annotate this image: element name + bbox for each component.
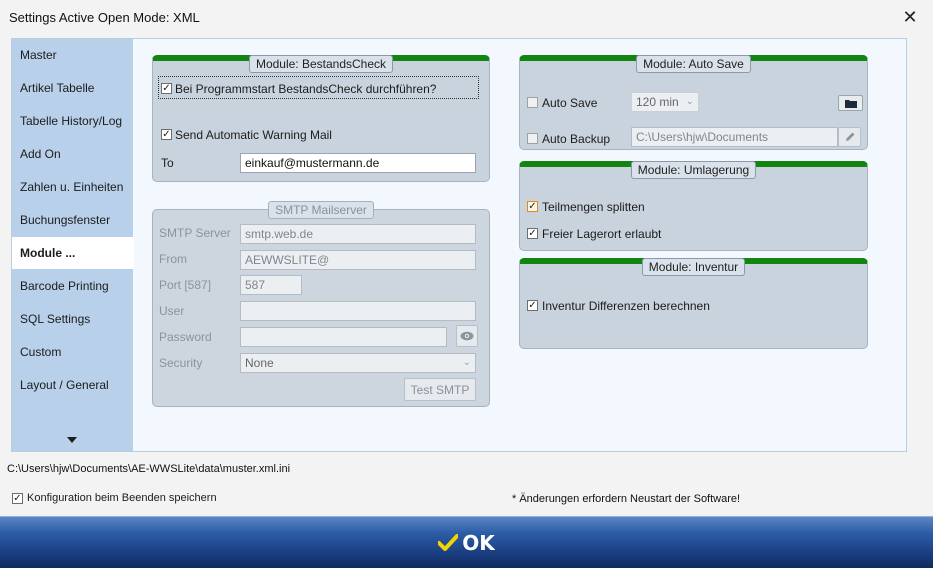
scroll-down-arrow-icon[interactable]	[67, 437, 77, 443]
bestandscheck-title: Module: BestandsCheck	[248, 55, 394, 73]
differenzen-checkbox[interactable]: ✓	[527, 300, 538, 311]
sidebar-item-custom[interactable]: Custom	[12, 337, 133, 368]
sidebar-item-layout-general[interactable]: Layout / General	[12, 370, 133, 401]
edit-path-button[interactable]	[838, 127, 861, 147]
autosave-title: Module: Auto Save	[636, 55, 751, 73]
umlagerung-title: Module: Umlagerung	[630, 161, 757, 179]
bestandscheck-group: Module: BestandsCheck ✓ Bei Programmstar…	[152, 55, 490, 182]
folder-icon	[844, 99, 857, 108]
sidebar-item-module[interactable]: Module ...	[12, 237, 134, 269]
checkmark-icon	[438, 533, 459, 551]
settings-panel: Master Artikel Tabelle Tabelle History/L…	[11, 38, 907, 452]
warning-mail-checkbox[interactable]: ✓	[161, 129, 172, 140]
security-value: None	[245, 356, 274, 370]
inventur-title: Module: Inventur	[641, 258, 746, 276]
save-on-exit-label: Konfiguration beim Beenden speichern	[27, 492, 217, 504]
inventur-group: Module: Inventur ✓ Inventur Differenzen …	[519, 258, 868, 349]
ok-label: OK	[462, 530, 495, 555]
password-label: Password	[159, 330, 212, 344]
auto-save-checkbox[interactable]	[527, 97, 538, 108]
security-select[interactable]: None ⌄	[240, 353, 476, 373]
window-title: Settings Active Open Mode: XML	[9, 10, 200, 25]
auto-backup-label: Auto Backup	[542, 132, 611, 146]
title-bar: Settings Active Open Mode: XML ✕	[0, 0, 933, 34]
sidebar-item-tabelle-history-log[interactable]: Tabelle History/Log	[12, 106, 133, 137]
auto-save-label: Auto Save	[542, 96, 598, 110]
eye-icon	[460, 331, 474, 341]
config-path-text: C:\Users\hjw\Documents\AE-WWSLite\data\m…	[7, 463, 291, 475]
save-on-exit-checkbox[interactable]: ✓	[12, 493, 23, 504]
warning-mail-label: Send Automatic Warning Mail	[175, 128, 332, 142]
to-label: To	[161, 156, 174, 170]
user-field[interactable]	[240, 301, 476, 321]
chevron-down-icon: ⌄	[462, 357, 471, 368]
test-smtp-button[interactable]: Test SMTP	[404, 378, 476, 401]
close-icon: ✕	[902, 6, 918, 27]
freier-lagerort-label: Freier Lagerort erlaubt	[542, 227, 662, 241]
interval-value: 120 min	[636, 95, 679, 109]
auto-backup-checkbox[interactable]	[527, 133, 538, 144]
show-password-button[interactable]	[456, 325, 478, 347]
interval-select[interactable]: 120 min ⌄	[631, 92, 699, 112]
password-field[interactable]	[240, 327, 447, 347]
teilmengen-label: Teilmengen splitten	[542, 200, 645, 214]
test-smtp-label: Test SMTP	[410, 382, 470, 397]
autosave-group: Module: Auto Save Auto Save 120 min ⌄ Au…	[519, 55, 868, 150]
umlagerung-group: Module: Umlagerung ✓ Teilmengen splitten…	[519, 161, 868, 251]
close-button[interactable]: ✕	[887, 0, 933, 34]
sidebar-item-master[interactable]: Master	[12, 40, 133, 71]
restart-note: * Änderungen erfordern Neustart der Soft…	[512, 493, 741, 505]
smtp-server-label: SMTP Server	[159, 226, 231, 240]
smtp-title: SMTP Mailserver	[268, 201, 374, 219]
startup-check-label: Bei Programmstart BestandsCheck durchfüh…	[175, 82, 437, 96]
sidebar-item-sql-settings[interactable]: SQL Settings	[12, 304, 133, 335]
to-email-field[interactable]: einkauf@mustermann.de	[240, 153, 476, 173]
freier-lagerort-checkbox[interactable]: ✓	[527, 228, 538, 239]
teilmengen-checkbox[interactable]: ✓	[527, 201, 538, 212]
startup-check-checkbox[interactable]: ✓	[161, 83, 172, 94]
sidebar-item-add-on[interactable]: Add On	[12, 139, 133, 170]
chevron-down-icon: ⌄	[685, 96, 694, 107]
smtp-server-field[interactable]: smtp.web.de	[240, 224, 476, 244]
sidebar-item-barcode-printing[interactable]: Barcode Printing	[12, 271, 133, 302]
sidebar-item-zahlen-einheiten[interactable]: Zahlen u. Einheiten	[12, 172, 133, 203]
ok-button[interactable]: OK	[0, 516, 933, 568]
backup-path-field[interactable]: C:\Users\hjw\Documents	[631, 127, 838, 147]
folder-button[interactable]	[838, 95, 863, 111]
port-label: Port [587]	[159, 278, 212, 292]
pencil-icon	[845, 132, 854, 141]
from-field[interactable]: AEWWSLITE@	[240, 250, 476, 270]
smtp-group: SMTP Mailserver SMTP Server smtp.web.de …	[152, 201, 490, 407]
sidebar-item-buchungsfenster[interactable]: Buchungsfenster	[12, 205, 133, 236]
user-label: User	[159, 304, 185, 318]
differenzen-label: Inventur Differenzen berechnen	[542, 299, 710, 313]
security-label: Security	[159, 356, 203, 370]
port-field[interactable]: 587	[240, 275, 302, 295]
sidebar-item-artikel-tabelle[interactable]: Artikel Tabelle	[12, 73, 133, 104]
from-label: From	[159, 252, 187, 266]
sidebar-nav: Master Artikel Tabelle Tabelle History/L…	[12, 39, 134, 451]
